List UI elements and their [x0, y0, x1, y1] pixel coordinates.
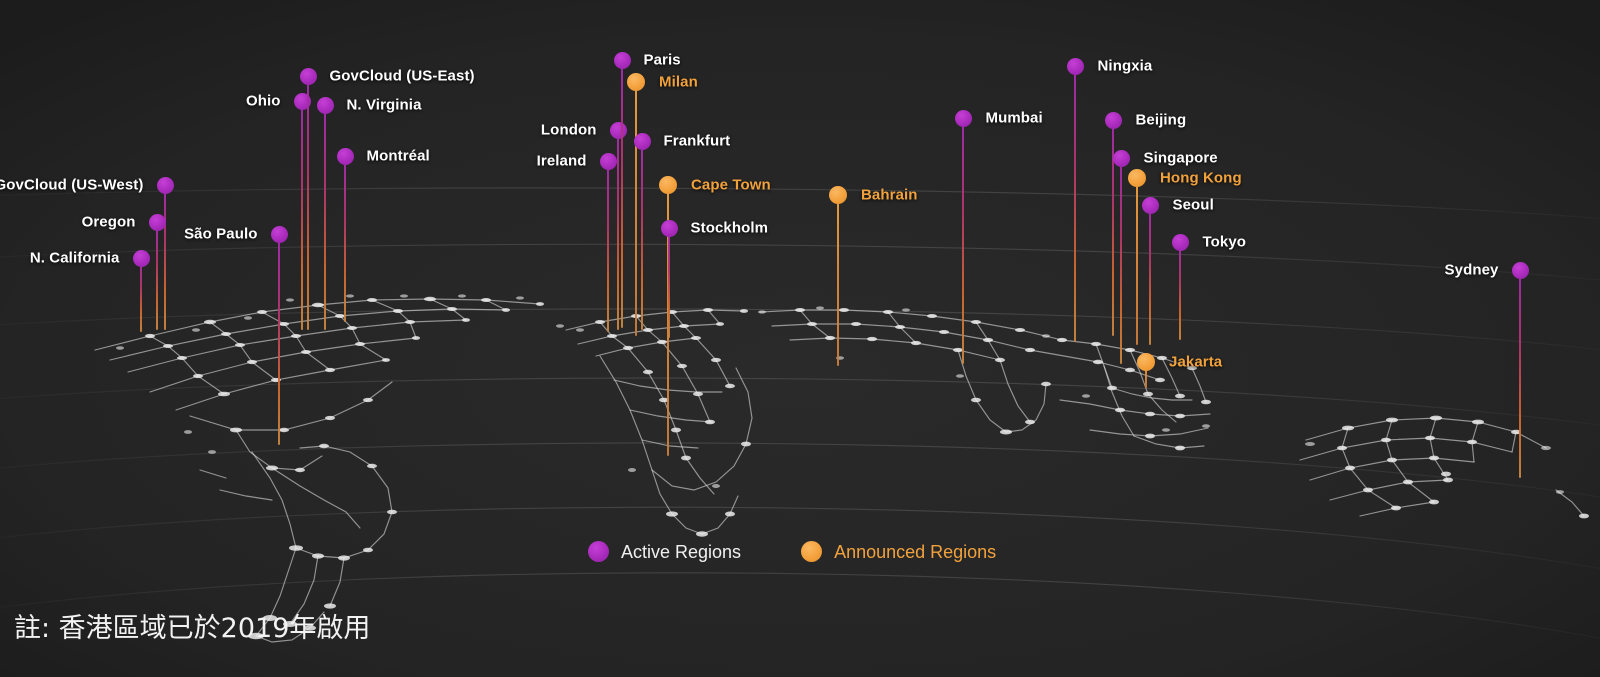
marker-stem	[607, 161, 609, 332]
region-label: Ireland	[536, 152, 587, 170]
region-label: Jakarta	[1169, 353, 1223, 371]
globe-network-graphic	[0, 0, 1600, 677]
region-label: Seoul	[1172, 196, 1214, 214]
announced-region-dot-icon[interactable]	[659, 176, 677, 194]
legend: Active Regions Announced Regions	[588, 541, 996, 562]
active-region-dot-icon[interactable]	[1104, 111, 1122, 129]
region-label: Milan	[659, 73, 698, 91]
region-label: Paris	[643, 51, 681, 69]
region-label: GovCloud (US-East)	[329, 67, 475, 85]
active-region-dot-icon[interactable]	[1112, 149, 1130, 167]
active-region-dot-icon[interactable]	[660, 219, 678, 237]
region-label: Oregon	[81, 213, 136, 231]
announced-region-dot-icon[interactable]	[1128, 169, 1146, 187]
region-label: Frankfurt	[663, 132, 731, 150]
region-label: Beijing	[1135, 111, 1187, 129]
marker-stem	[641, 141, 643, 330]
region-label: São Paulo	[184, 225, 258, 243]
announced-region-dot-icon[interactable]	[627, 73, 645, 91]
active-region-dot-icon[interactable]	[609, 121, 627, 139]
active-region-dot-icon[interactable]	[1066, 57, 1084, 75]
marker-stem	[621, 60, 623, 328]
legend-label-active: Active Regions	[621, 541, 742, 562]
marker-stem	[837, 195, 839, 366]
marker-stem	[635, 82, 637, 336]
region-label: GovCloud (US-West)	[0, 176, 144, 194]
active-region-dot-icon[interactable]	[299, 67, 317, 85]
marker-stem	[164, 185, 166, 330]
active-region-dot-icon[interactable]	[633, 132, 651, 150]
active-region-dot-icon[interactable]	[148, 213, 166, 231]
active-region-dot-icon[interactable]	[270, 225, 288, 243]
active-region-dot-icon	[588, 541, 609, 562]
active-region-dot-icon[interactable]	[336, 147, 354, 165]
region-label: Cape Town	[691, 176, 771, 194]
region-label: Ohio	[245, 92, 281, 110]
marker-stem	[344, 156, 346, 322]
marker-stem	[1519, 270, 1521, 478]
marker-stem	[1136, 178, 1138, 345]
active-region-dot-icon[interactable]	[613, 51, 631, 69]
marker-stem	[617, 130, 619, 330]
region-label: London	[540, 121, 597, 139]
legend-item-active[interactable]: Active Regions	[588, 541, 741, 562]
marker-stem	[1179, 242, 1181, 340]
region-label: Singapore	[1143, 149, 1218, 167]
marker-stem	[156, 222, 158, 330]
announced-region-dot-icon	[801, 541, 823, 562]
legend-label-announced: Announced Regions	[834, 541, 997, 562]
marker-stem	[324, 105, 326, 330]
region-label: Bahrain	[861, 186, 918, 204]
active-region-dot-icon[interactable]	[954, 109, 972, 127]
marker-stem	[1074, 66, 1076, 342]
marker-stem	[278, 234, 280, 445]
region-label: Montréal	[366, 147, 430, 165]
active-region-dot-icon[interactable]	[1511, 261, 1529, 279]
region-label: Mumbai	[985, 109, 1043, 127]
region-label: Tokyo	[1202, 233, 1247, 251]
footnote-text: 註: 香港區域已於2019年啟用	[14, 613, 371, 644]
region-label: N. Virginia	[346, 96, 422, 114]
legend-item-announced[interactable]: Announced Regions	[801, 541, 996, 562]
active-region-dot-icon[interactable]	[599, 152, 617, 170]
region-label: Stockholm	[690, 219, 769, 237]
region-label: Ningxia	[1097, 57, 1153, 75]
marker-stem	[1112, 120, 1114, 336]
globe-backdrop	[0, 0, 1600, 677]
active-region-dot-icon[interactable]	[316, 96, 334, 114]
active-region-dot-icon[interactable]	[132, 249, 150, 267]
active-region-dot-icon[interactable]	[1141, 196, 1159, 214]
region-label: N. California	[29, 249, 120, 267]
marker-stem	[962, 118, 964, 364]
active-region-dot-icon[interactable]	[1171, 233, 1189, 251]
marker-stem	[301, 101, 303, 330]
marker-stem	[1120, 158, 1122, 364]
active-region-dot-icon[interactable]	[156, 176, 174, 194]
region-label: Sydney	[1444, 261, 1499, 279]
region-label: Hong Kong	[1160, 169, 1242, 187]
marker-stem	[307, 76, 309, 330]
aws-global-infrastructure-map: GovCloud (US-West) Oregon N. California São…	[0, 0, 1600, 677]
marker-stem	[140, 258, 142, 332]
marker-stem	[668, 228, 670, 338]
announced-region-dot-icon[interactable]	[1137, 353, 1155, 371]
announced-region-dot-icon[interactable]	[829, 186, 847, 204]
marker-stem	[1149, 205, 1151, 345]
